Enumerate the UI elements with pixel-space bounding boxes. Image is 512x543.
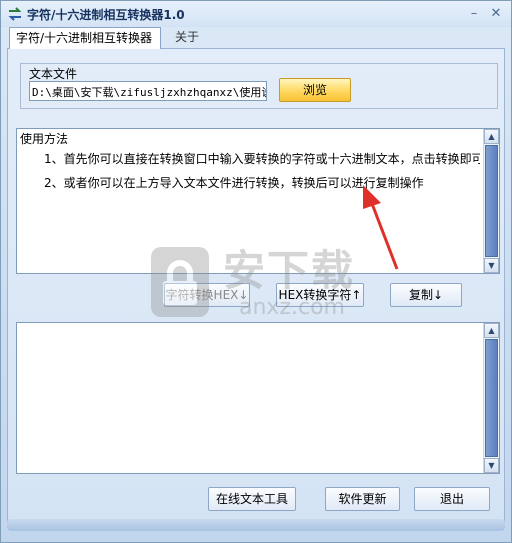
tab-converter[interactable]: 字符/十六进制相互转换器	[9, 27, 161, 49]
minimize-button[interactable]: –	[465, 5, 483, 23]
close-button[interactable]: ✕	[487, 5, 505, 23]
string-to-hex-button[interactable]: 字符转换HEX↓	[164, 283, 250, 307]
title-bar: 字符/十六进制相互转换器1.0 – ✕	[1, 1, 511, 27]
tab-about[interactable]: 关于	[169, 27, 219, 49]
copy-button[interactable]: 复制↓	[390, 283, 462, 307]
software-update-button[interactable]: 软件更新	[325, 487, 400, 511]
input-text-content: 使用方法 1、首先你可以直接在转换窗口中输入要转换的字符或十六进制文本，点击转换…	[17, 129, 483, 273]
input-textarea[interactable]: 使用方法 1、首先你可以直接在转换窗口中输入要转换的字符或十六进制文本，点击转换…	[16, 128, 500, 274]
browse-button[interactable]: 浏览	[279, 78, 351, 102]
instructions-heading: 使用方法	[20, 132, 69, 146]
scroll-down-arrow-icon[interactable]: ▼	[484, 458, 499, 473]
output-scrollbar[interactable]: ▲ ▼	[483, 323, 499, 473]
app-window: 字符/十六进制相互转换器1.0 – ✕ 字符/十六进制相互转换器 关于 文本文件…	[0, 0, 512, 543]
scroll-thumb[interactable]	[485, 339, 498, 457]
output-text-content	[17, 323, 483, 473]
instruction-line-2: 2、或者你可以在上方导入文本文件进行转换，转换后可以进行复制操作	[44, 176, 424, 190]
scroll-up-arrow-icon[interactable]: ▲	[484, 323, 499, 338]
file-path-input[interactable]: D:\桌面\安下载\zifusljzxhzhqanxz\使用说	[29, 81, 267, 101]
app-icon	[8, 7, 22, 21]
instruction-line-1: 1、首先你可以直接在转换窗口中输入要转换的字符或十六进制文本，点击转换即可	[44, 152, 480, 166]
window-title: 字符/十六进制相互转换器1.0	[27, 8, 185, 22]
online-text-tools-button[interactable]: 在线文本工具	[208, 487, 296, 511]
exit-button[interactable]: 退出	[414, 487, 490, 511]
status-bar	[7, 519, 505, 531]
hex-to-string-button[interactable]: HEX转换字符↑	[276, 283, 364, 307]
scroll-up-arrow-icon[interactable]: ▲	[484, 129, 499, 144]
scroll-down-arrow-icon[interactable]: ▼	[484, 258, 499, 273]
converter-panel: 文本文件 D:\桌面\安下载\zifusljzxhzhqanxz\使用说 浏览 …	[7, 48, 505, 528]
text-file-label: 文本文件	[29, 67, 78, 81]
text-file-group: 文本文件 D:\桌面\安下载\zifusljzxhzhqanxz\使用说 浏览	[20, 63, 498, 109]
output-textarea[interactable]: ▲ ▼	[16, 322, 500, 474]
scroll-thumb[interactable]	[485, 145, 498, 257]
input-scrollbar[interactable]: ▲ ▼	[483, 129, 499, 273]
